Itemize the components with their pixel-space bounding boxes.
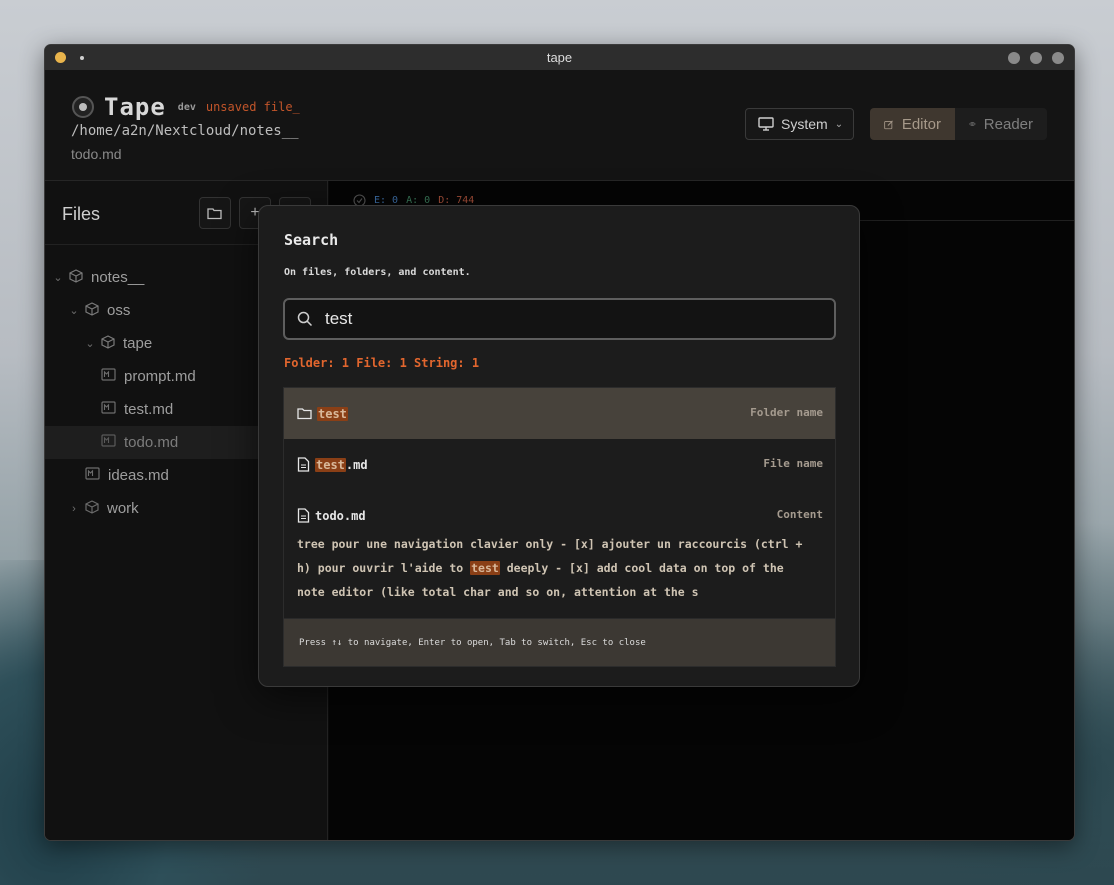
reader-mode-label: Reader bbox=[983, 115, 1033, 133]
search-dialog-subtitle: On files, folders, and content. bbox=[284, 267, 471, 278]
package-icon bbox=[85, 301, 99, 320]
title-bar[interactable]: tape bbox=[45, 45, 1074, 70]
minimize-button[interactable] bbox=[1008, 52, 1020, 64]
result-name: todo.md bbox=[315, 508, 366, 523]
search-field[interactable] bbox=[283, 298, 836, 340]
theme-select[interactable]: System ⌄ bbox=[745, 108, 854, 140]
tree-item-label: ideas.md bbox=[108, 467, 169, 484]
app-header: Tape dev unsaved file_ /home/a2n/Nextclo… bbox=[45, 70, 1074, 181]
pencil-square-icon bbox=[884, 120, 893, 129]
search-icon bbox=[297, 311, 313, 327]
result-type: Folder name bbox=[750, 406, 823, 419]
window-title: tape bbox=[546, 50, 573, 65]
search-dialog-title: Search bbox=[284, 231, 339, 249]
reader-mode-button[interactable]: Reader bbox=[955, 108, 1047, 140]
editor-mode-button[interactable]: Editor bbox=[870, 108, 955, 140]
search-dialog: Search On files, folders, and content. F… bbox=[258, 205, 860, 687]
window-menu-dot-icon[interactable] bbox=[80, 56, 84, 60]
logo-icon bbox=[72, 96, 94, 118]
file-icon bbox=[297, 508, 310, 523]
close-button[interactable] bbox=[1052, 52, 1064, 64]
markdown-file-icon bbox=[85, 467, 100, 484]
result-name: .md bbox=[345, 457, 368, 472]
result-type: Content bbox=[776, 508, 823, 521]
tree-item-label: prompt.md bbox=[124, 368, 196, 385]
package-icon bbox=[85, 499, 99, 518]
search-help-footer: Press ↑↓ to navigate, Enter to open, Tab… bbox=[284, 618, 835, 666]
current-file-name: todo.md bbox=[71, 146, 122, 162]
chevron-right-icon[interactable]: › bbox=[67, 503, 81, 515]
result-type: File name bbox=[763, 457, 823, 470]
tree-item-label: todo.md bbox=[124, 434, 179, 451]
eye-icon bbox=[969, 122, 976, 126]
theme-select-label: System bbox=[781, 116, 828, 132]
package-icon bbox=[101, 334, 115, 353]
tree-item-label: notes__ bbox=[91, 269, 145, 286]
open-folder-button[interactable] bbox=[199, 197, 231, 229]
markdown-file-icon bbox=[101, 368, 116, 385]
result-name-highlight: test bbox=[315, 457, 346, 472]
sidebar-title: Files bbox=[62, 204, 101, 224]
search-results: test Folder name test.md File name todo.… bbox=[283, 387, 836, 667]
chevron-down-icon: ⌄ bbox=[834, 118, 844, 130]
file-icon bbox=[297, 457, 310, 472]
env-badge: dev bbox=[177, 101, 196, 113]
editor-mode-label: Editor bbox=[901, 115, 941, 133]
tree-item-label: oss bbox=[107, 302, 131, 319]
brand-name: Tape bbox=[104, 93, 166, 121]
search-result-counts: Folder: 1 File: 1 String: 1 bbox=[284, 356, 480, 370]
workspace-path: /home/a2n/Nextcloud/notes__ bbox=[71, 123, 299, 139]
search-result-item[interactable]: todo.md Content tree pour une navigation… bbox=[284, 490, 835, 618]
unsaved-indicator: unsaved file_ bbox=[205, 100, 300, 114]
monitor-icon bbox=[758, 117, 774, 131]
maximize-button[interactable] bbox=[1030, 52, 1042, 64]
tree-item-label: tape bbox=[123, 335, 153, 352]
folder-icon bbox=[297, 408, 312, 420]
tree-item-label: work bbox=[107, 500, 139, 517]
markdown-file-icon bbox=[101, 434, 116, 451]
folder-open-icon bbox=[207, 207, 222, 219]
package-icon bbox=[69, 268, 83, 287]
chevron-down-icon[interactable]: ⌄ bbox=[83, 337, 97, 350]
snippet-highlight: test bbox=[470, 561, 500, 575]
search-result-item[interactable]: test.md File name bbox=[284, 439, 835, 490]
tree-item-label: test.md bbox=[124, 401, 174, 418]
search-input[interactable] bbox=[325, 309, 805, 329]
chevron-down-icon[interactable]: ⌄ bbox=[51, 271, 65, 284]
result-name-highlight: test bbox=[317, 406, 348, 421]
view-mode-toggle: Editor Reader bbox=[870, 108, 1047, 140]
search-result-item[interactable]: test Folder name bbox=[284, 388, 835, 439]
markdown-file-icon bbox=[101, 401, 116, 418]
app-icon bbox=[55, 52, 66, 63]
result-snippet: tree pour une navigation clavier only - … bbox=[284, 532, 835, 618]
chevron-down-icon[interactable]: ⌄ bbox=[67, 304, 81, 317]
